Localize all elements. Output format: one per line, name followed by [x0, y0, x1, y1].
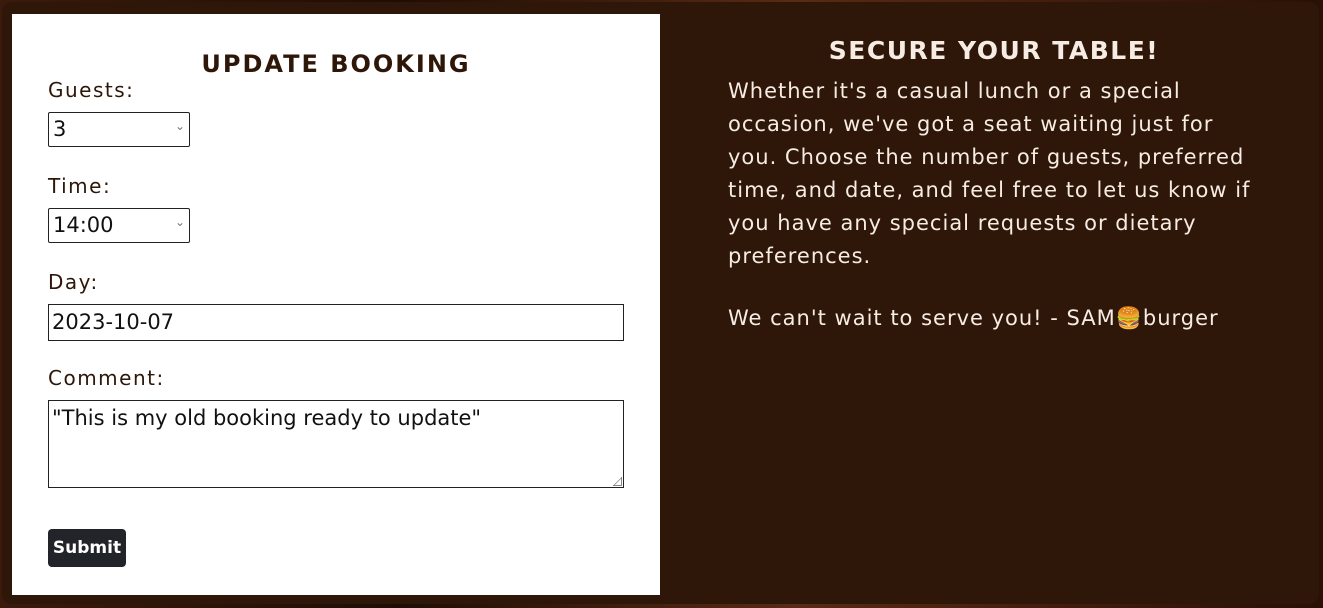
info-signoff: We can't wait to serve you! - SAM🍔burger	[728, 306, 1219, 330]
comment-value: "This is my old booking ready to update"	[52, 406, 482, 430]
chevron-down-icon: ⌄	[174, 215, 185, 229]
time-label: Time:	[48, 174, 112, 198]
info-title: SECURE YOUR TABLE!	[828, 36, 1160, 65]
time-select[interactable]: 14:00 ⌄	[48, 208, 190, 243]
guests-value: 3	[53, 117, 67, 141]
time-value: 14:00	[53, 213, 114, 237]
form-title: UPDATE BOOKING	[201, 50, 471, 78]
day-label: Day:	[48, 270, 99, 294]
day-input[interactable]: 2023-10-07	[48, 304, 624, 341]
guests-select[interactable]: 3 ⌄	[48, 112, 190, 147]
resize-handle-icon[interactable]	[613, 477, 622, 486]
submit-button[interactable]: Submit	[48, 529, 126, 567]
comment-textarea[interactable]: "This is my old booking ready to update"	[48, 400, 624, 488]
info-panel: SECURE YOUR TABLE! Whether it's a casual…	[714, 36, 1274, 331]
update-booking-form: UPDATE BOOKING Guests: 3 ⌄ Time: 14:00 ⌄…	[12, 14, 660, 595]
day-value: 2023-10-07	[52, 310, 175, 334]
comment-label: Comment:	[48, 366, 165, 390]
guests-label: Guests:	[48, 78, 135, 102]
info-text: Whether it's a casual lunch or a special…	[728, 79, 1251, 268]
chevron-down-icon: ⌄	[174, 119, 185, 133]
